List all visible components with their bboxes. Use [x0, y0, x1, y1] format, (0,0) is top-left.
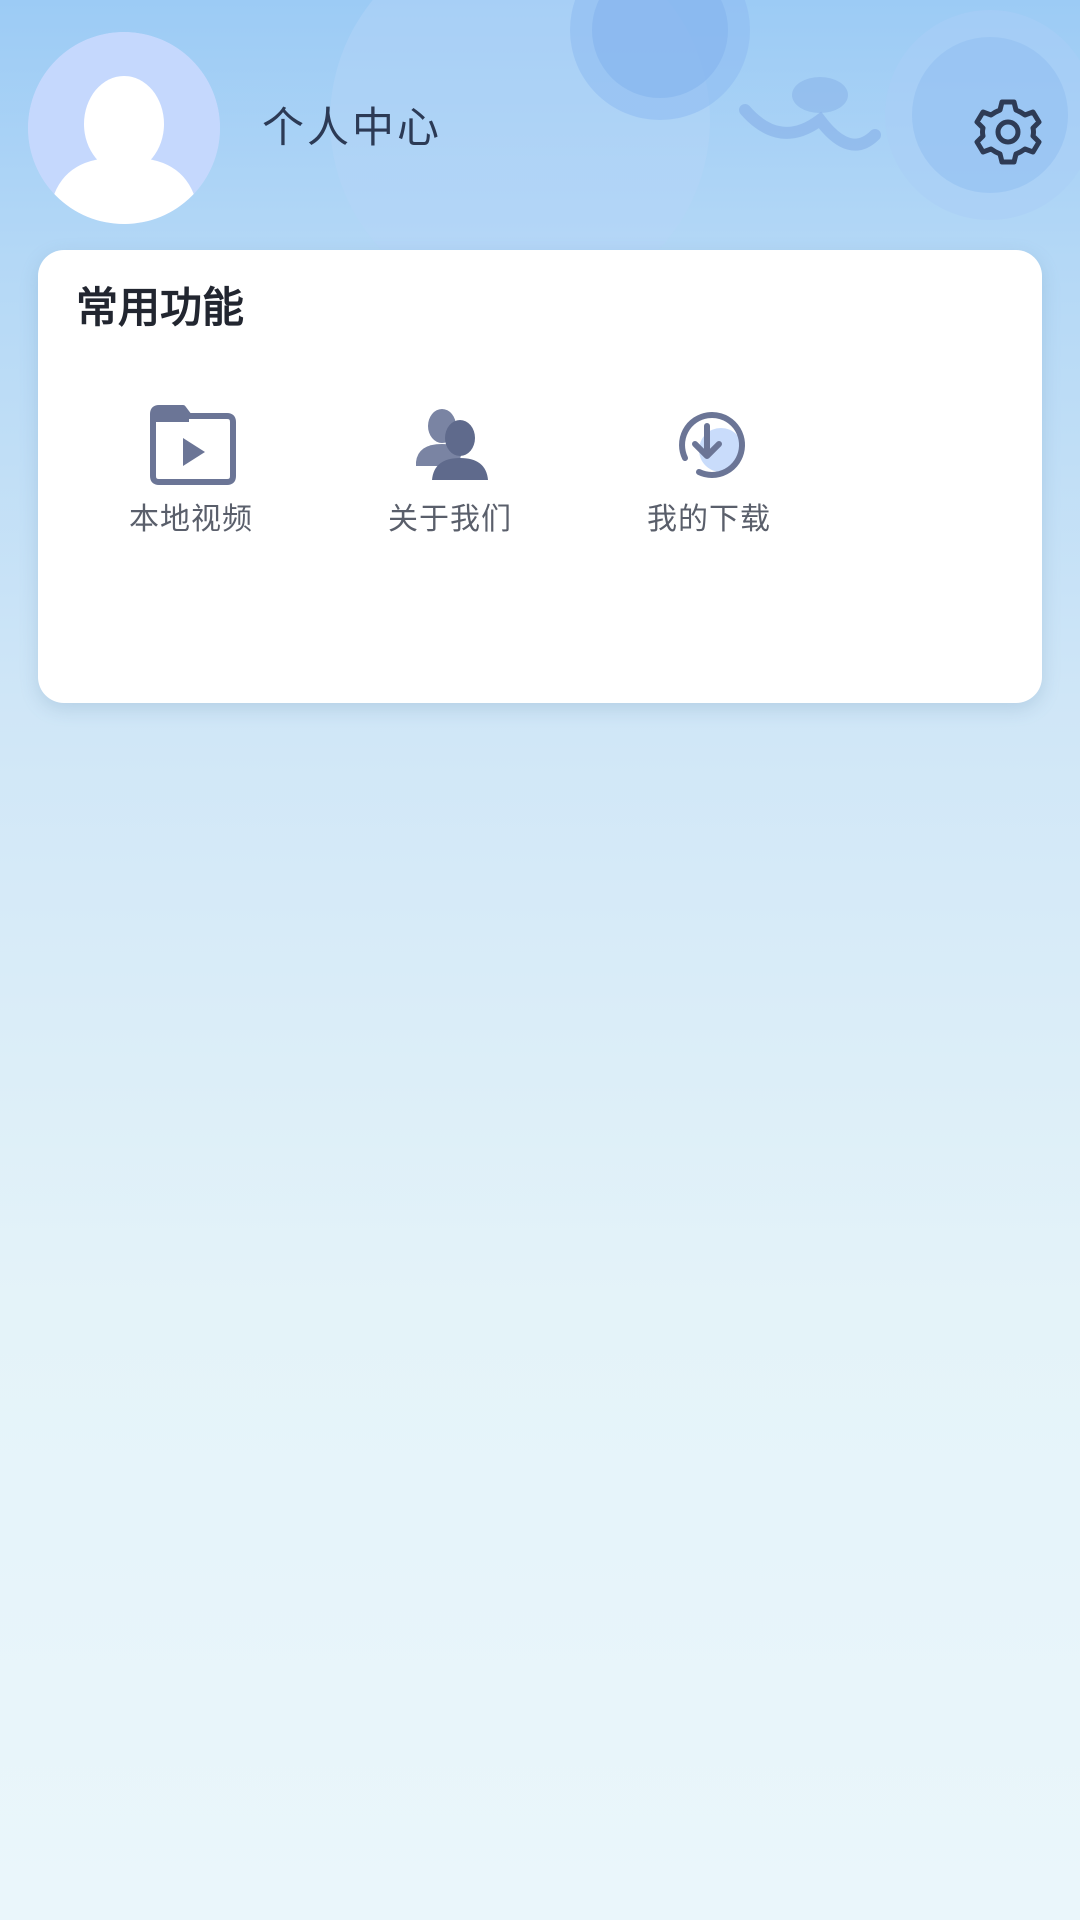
local-video-label: 本地视频 — [129, 502, 253, 537]
settings-button[interactable] — [966, 90, 1050, 174]
download-circle-icon — [661, 400, 757, 490]
gear-icon — [974, 99, 1042, 165]
users-icon — [402, 400, 498, 490]
common-functions-card: 常用功能 本地视频 关于我们 我的下载 — [38, 250, 1042, 703]
video-folder-icon — [143, 400, 239, 490]
local-video-button[interactable]: 本地视频 — [91, 400, 291, 540]
about-us-label: 关于我们 — [388, 502, 512, 537]
default-user-avatar-icon — [28, 32, 220, 224]
my-downloads-label: 我的下载 — [647, 502, 771, 537]
user-avatar[interactable] — [28, 32, 220, 224]
card-title: 常用功能 — [76, 283, 245, 332]
about-us-button[interactable]: 关于我们 — [350, 400, 550, 540]
header: 个人中心 — [0, 0, 1080, 240]
my-downloads-button[interactable]: 我的下载 — [609, 400, 809, 540]
page-title: 个人中心 — [262, 103, 443, 152]
